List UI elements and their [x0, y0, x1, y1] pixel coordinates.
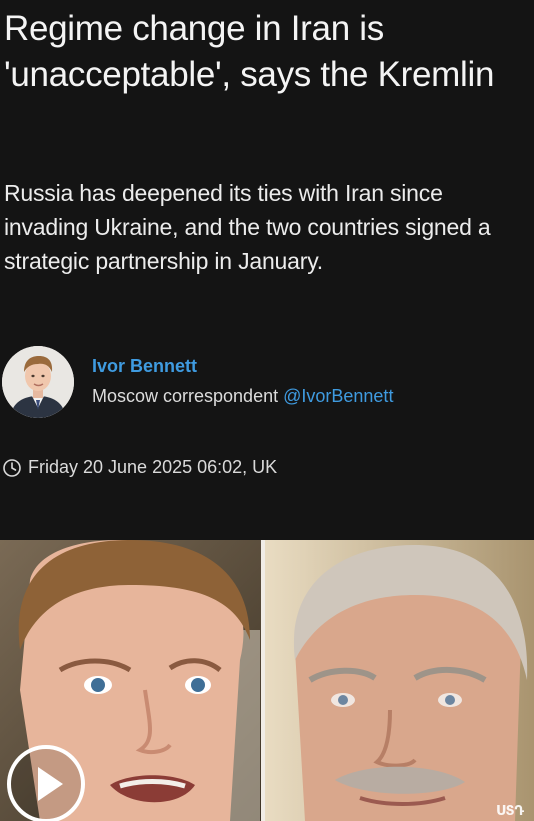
publish-dateline: Friday 20 June 2025 06:02, UK	[2, 457, 277, 478]
video-still-right	[265, 540, 534, 821]
author-role: Moscow correspondent	[92, 386, 279, 406]
author-avatar-image	[2, 346, 74, 418]
video-thumbnail[interactable]: ՍՏԴ	[0, 540, 534, 821]
publish-date: Friday 20 June 2025 06:02, UK	[28, 457, 278, 477]
author-block: Ivor Bennett Moscow correspondent @IvorB…	[2, 346, 530, 420]
author-twitter-handle[interactable]: @IvorBennett	[283, 386, 393, 406]
author-name-link[interactable]: Ivor Bennett	[92, 356, 197, 377]
play-icon	[38, 767, 63, 801]
author-avatar[interactable]	[2, 346, 74, 418]
article-headline: Regime change in Iran is 'unacceptable',…	[4, 9, 495, 94]
clock-icon	[2, 458, 22, 478]
video-watermark: ՍՏԴ	[495, 804, 524, 819]
play-button[interactable]	[7, 745, 85, 821]
article-standfirst: Russia has deepened its ties with Iran s…	[4, 180, 491, 274]
author-role-line: Moscow correspondent @IvorBennett	[92, 386, 393, 407]
